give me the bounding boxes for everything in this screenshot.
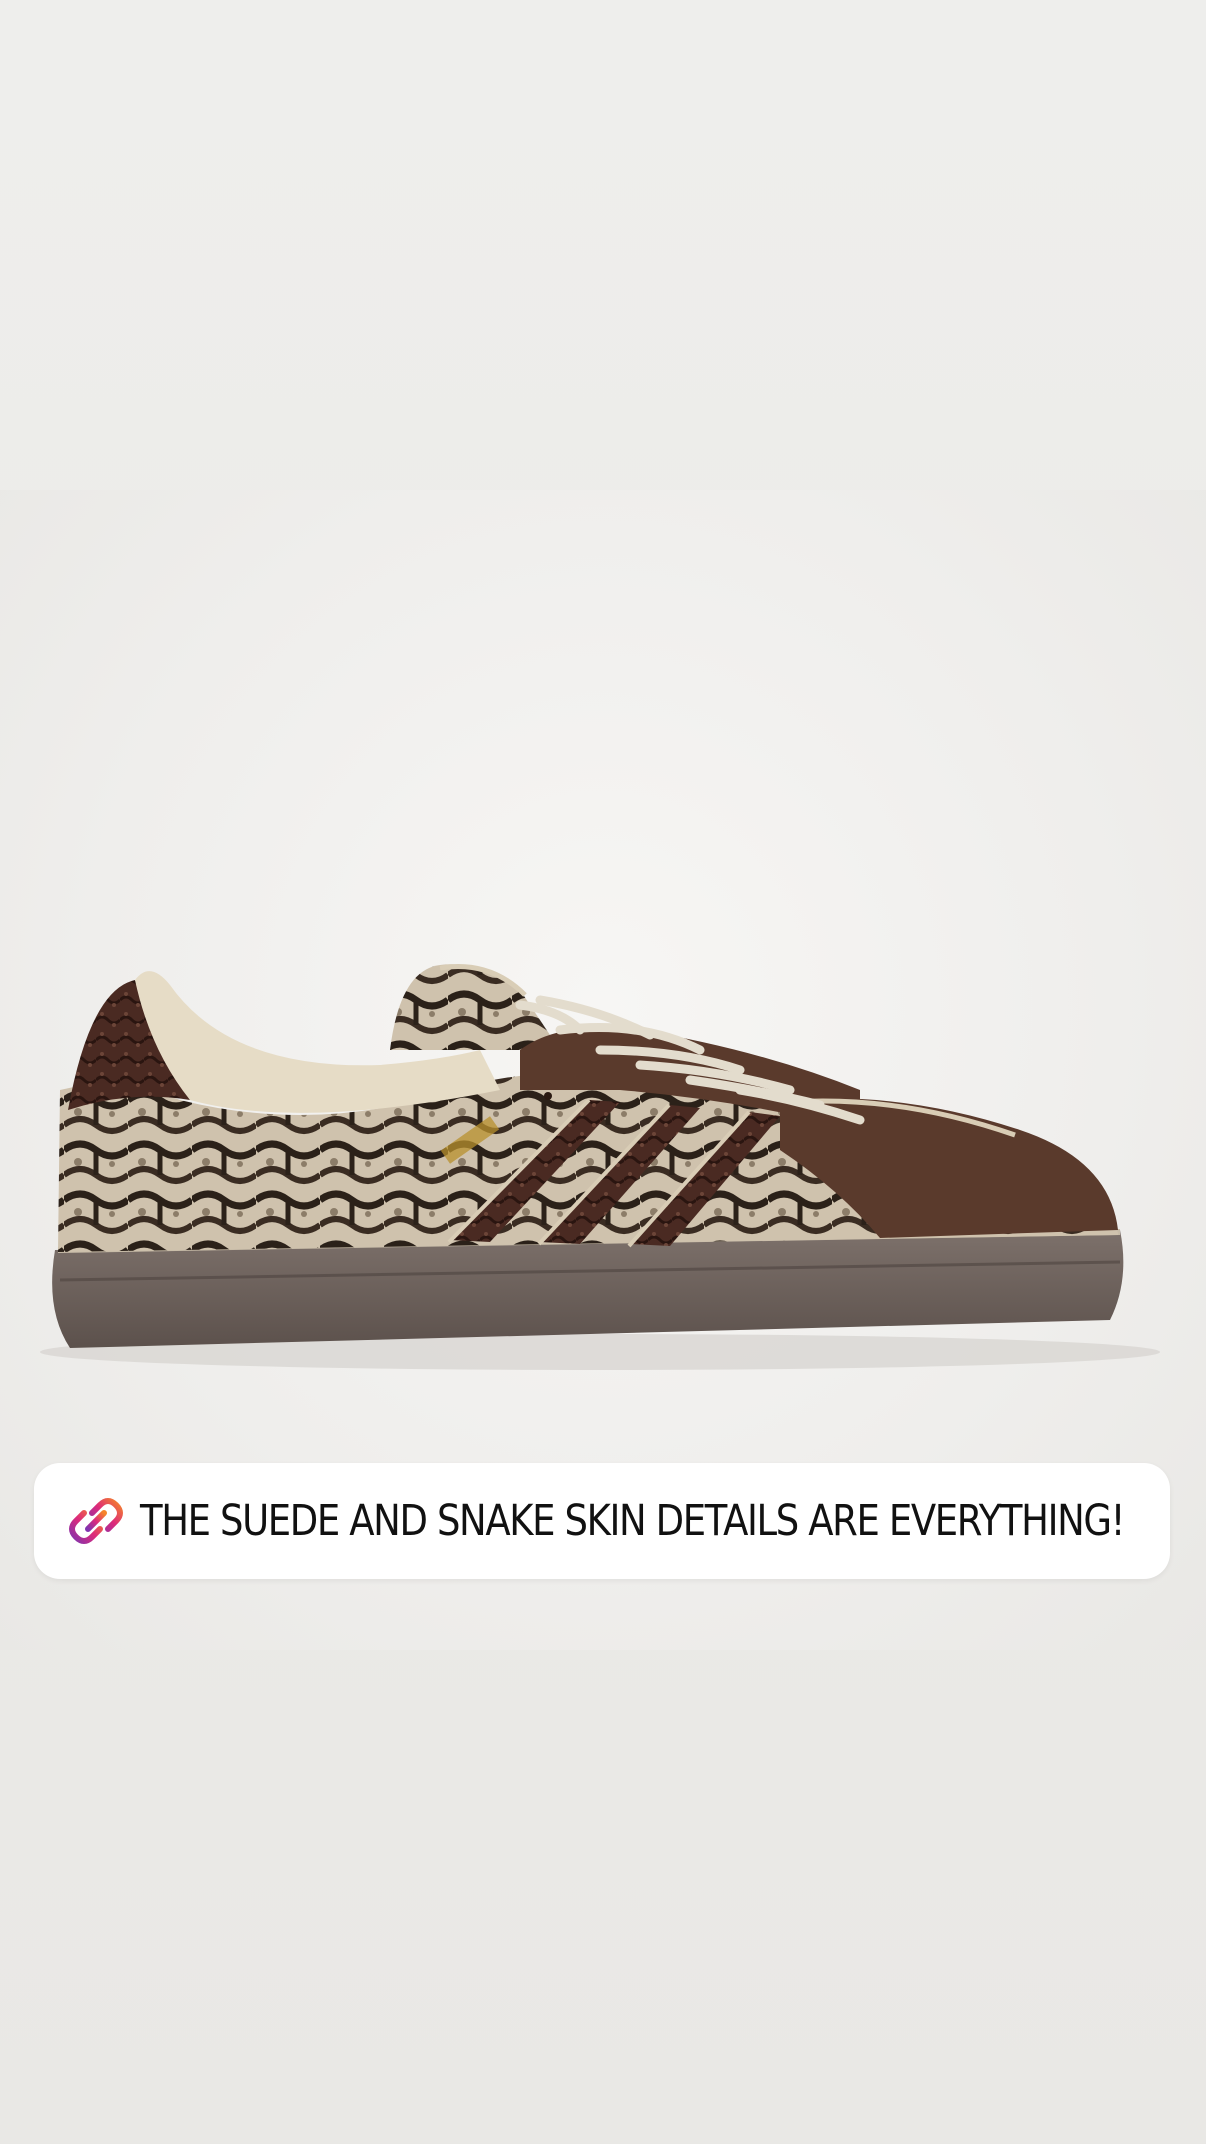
link-sticker-text: THE SUEDE AND SNAKE SKIN DETAILS ARE EVE… xyxy=(140,1496,1125,1546)
link-sticker[interactable]: THE SUEDE AND SNAKE SKIN DETAILS ARE EVE… xyxy=(34,1463,1170,1579)
story-view: THE SUEDE AND SNAKE SKIN DETAILS ARE EVE… xyxy=(0,0,1206,2144)
link-icon xyxy=(69,1498,123,1544)
